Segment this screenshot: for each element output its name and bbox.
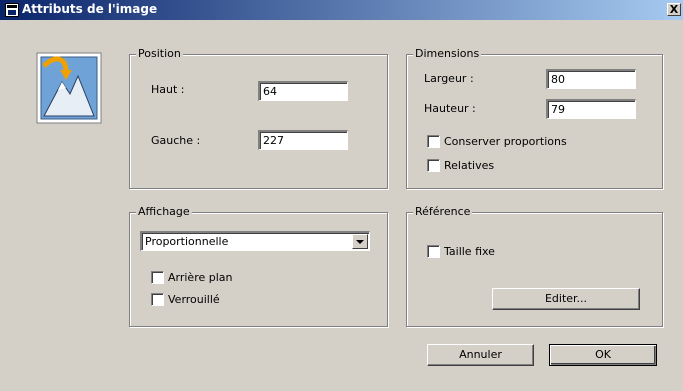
checkbox-box bbox=[151, 293, 164, 306]
arriere-plan-label: Arrière plan bbox=[168, 271, 233, 284]
checkbox-box bbox=[427, 245, 440, 258]
verrouille-label: Verrouillé bbox=[168, 293, 220, 306]
dimensions-group: Dimensions Largeur : 80 Hauteur : 79 Con… bbox=[406, 47, 663, 189]
reference-group: Référence Taille fixe Editer... bbox=[406, 205, 663, 327]
position-legend: Position bbox=[136, 47, 183, 60]
chevron-down-icon[interactable] bbox=[352, 234, 368, 249]
verrouille-checkbox[interactable]: Verrouillé bbox=[151, 293, 220, 306]
dimensions-legend: Dimensions bbox=[413, 47, 482, 60]
affichage-select-value: Proportionnelle bbox=[145, 235, 229, 248]
arriere-plan-checkbox[interactable]: Arrière plan bbox=[151, 271, 233, 284]
haut-input[interactable]: 64 bbox=[258, 81, 348, 101]
app-icon bbox=[5, 3, 19, 17]
gauche-input[interactable]: 227 bbox=[258, 130, 348, 150]
taille-fixe-checkbox[interactable]: Taille fixe bbox=[427, 245, 495, 258]
conserver-proportions-checkbox[interactable]: Conserver proportions bbox=[427, 135, 567, 148]
window-title: Attributs de l'image bbox=[22, 2, 158, 16]
conserver-proportions-label: Conserver proportions bbox=[444, 135, 567, 148]
position-group: Position Haut : 64 Gauche : 227 bbox=[129, 47, 388, 189]
image-icon bbox=[36, 52, 102, 124]
annuler-button[interactable]: Annuler bbox=[427, 344, 534, 366]
editer-button[interactable]: Editer... bbox=[492, 288, 640, 310]
taille-fixe-label: Taille fixe bbox=[444, 245, 495, 258]
reference-legend: Référence bbox=[413, 205, 473, 218]
checkbox-box bbox=[151, 271, 164, 284]
title-bar: Attributs de l'image X bbox=[0, 0, 683, 20]
largeur-input[interactable]: 80 bbox=[546, 69, 636, 89]
largeur-label: Largeur : bbox=[424, 72, 474, 85]
haut-label: Haut : bbox=[151, 83, 185, 96]
relatives-checkbox[interactable]: Relatives bbox=[427, 159, 494, 172]
hauteur-label: Hauteur : bbox=[424, 102, 476, 115]
close-button[interactable]: X bbox=[667, 3, 681, 16]
checkbox-box bbox=[427, 135, 440, 148]
checkbox-box bbox=[427, 159, 440, 172]
affichage-group: Affichage Proportionnelle Arrière plan V… bbox=[129, 205, 388, 327]
affichage-legend: Affichage bbox=[136, 205, 192, 218]
gauche-label: Gauche : bbox=[151, 134, 201, 147]
ok-button[interactable]: OK bbox=[549, 344, 657, 366]
relatives-label: Relatives bbox=[444, 159, 495, 172]
affichage-select[interactable]: Proportionnelle bbox=[140, 231, 370, 251]
hauteur-input[interactable]: 79 bbox=[546, 99, 636, 119]
